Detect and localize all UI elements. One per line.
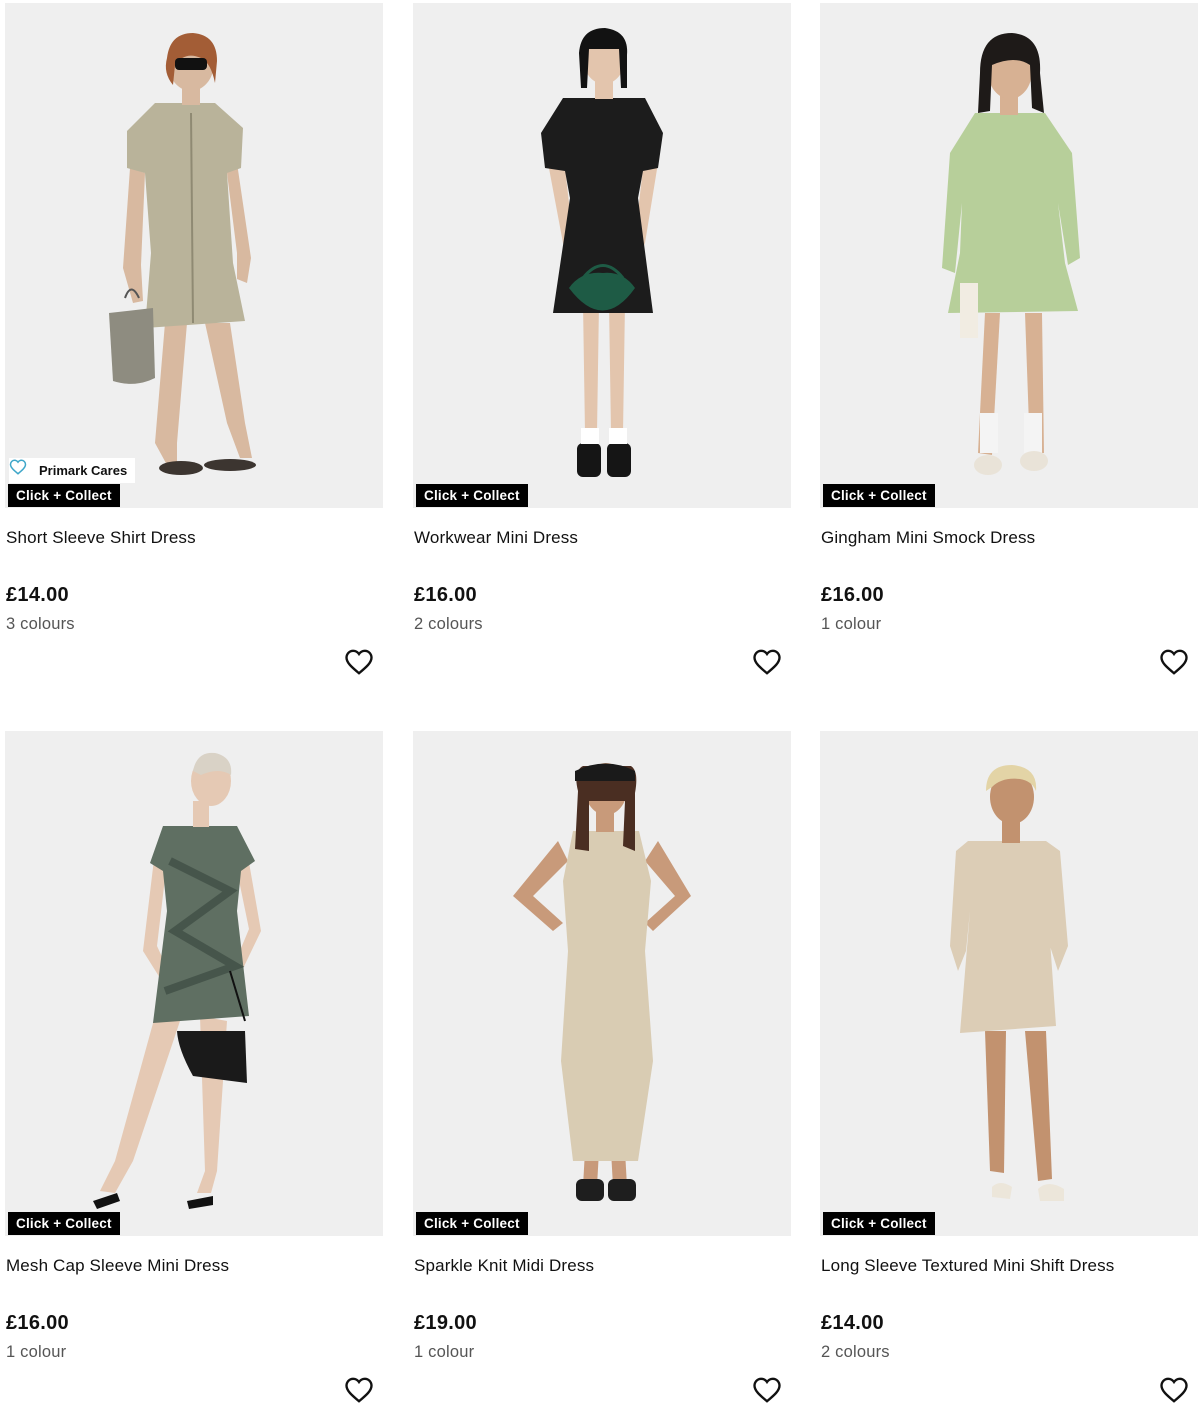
- product-grid: Primark Cares Click + Collect Short Slee…: [0, 0, 1200, 1405]
- product-image[interactable]: Click + Collect: [413, 3, 791, 508]
- heart-outline-icon: [9, 459, 33, 480]
- primark-cares-tag: Primark Cares: [9, 458, 136, 483]
- dress-shape: [950, 841, 1068, 1033]
- heart-outline-icon: [345, 649, 373, 675]
- product-image[interactable]: Click + Collect: [413, 731, 791, 1236]
- heart-outline-icon: [1160, 1377, 1188, 1403]
- product-image[interactable]: Click + Collect: [5, 731, 383, 1236]
- dress-shape: [150, 826, 255, 1023]
- click-collect-badge: Click + Collect: [8, 1212, 120, 1235]
- product-card[interactable]: Click + Collect Workwear Mini Dress £16.…: [413, 3, 791, 703]
- product-colours: 3 colours: [6, 615, 75, 633]
- heart-outline-icon: [753, 1377, 781, 1403]
- product-colours: 2 colours: [414, 615, 483, 633]
- product-name[interactable]: Mesh Cap Sleeve Mini Dress: [6, 1256, 229, 1276]
- product-colours: 1 colour: [821, 615, 882, 633]
- wishlist-button[interactable]: [1158, 646, 1190, 678]
- heart-outline-icon: [1160, 649, 1188, 675]
- product-price: £16.00: [6, 1312, 69, 1334]
- heart-outline-icon: [345, 1377, 373, 1403]
- product-price: £19.00: [414, 1312, 477, 1334]
- wishlist-button[interactable]: [1158, 1374, 1190, 1405]
- product-card[interactable]: Click + Collect Long Sleeve Textured Min…: [820, 731, 1198, 1405]
- product-colours: 2 colours: [821, 1343, 890, 1361]
- dress-shape: [561, 831, 653, 1161]
- wishlist-button[interactable]: [751, 1374, 783, 1405]
- product-name[interactable]: Short Sleeve Shirt Dress: [6, 528, 196, 548]
- product-image[interactable]: Click + Collect: [820, 3, 1198, 508]
- click-collect-badge: Click + Collect: [823, 1212, 935, 1235]
- wishlist-button[interactable]: [751, 646, 783, 678]
- product-card[interactable]: Click + Collect Mesh Cap Sleeve Mini Dre…: [5, 731, 383, 1405]
- product-colours: 1 colour: [414, 1343, 475, 1361]
- product-card[interactable]: Primark Cares Click + Collect Short Slee…: [5, 3, 383, 703]
- click-collect-badge: Click + Collect: [416, 484, 528, 507]
- product-name[interactable]: Gingham Mini Smock Dress: [821, 528, 1035, 548]
- product-image[interactable]: Primark Cares Click + Collect: [5, 3, 383, 508]
- product-price: £14.00: [6, 584, 69, 606]
- click-collect-badge: Click + Collect: [416, 1212, 528, 1235]
- heart-outline-icon: [753, 649, 781, 675]
- dress-shape: [127, 103, 245, 328]
- product-image[interactable]: Click + Collect: [820, 731, 1198, 1236]
- primark-cares-label: Primark Cares: [39, 463, 128, 478]
- product-name[interactable]: Workwear Mini Dress: [414, 528, 578, 548]
- click-collect-badge: Click + Collect: [823, 484, 935, 507]
- product-name[interactable]: Sparkle Knit Midi Dress: [414, 1256, 594, 1276]
- click-collect-badge: Click + Collect: [8, 484, 120, 507]
- product-price: £14.00: [821, 1312, 884, 1334]
- product-colours: 1 colour: [6, 1343, 67, 1361]
- product-price: £16.00: [821, 584, 884, 606]
- product-card[interactable]: Click + Collect Sparkle Knit Midi Dress …: [413, 731, 791, 1405]
- product-card[interactable]: Click + Collect Gingham Mini Smock Dress…: [820, 3, 1198, 703]
- wishlist-button[interactable]: [343, 1374, 375, 1405]
- product-price: £16.00: [414, 584, 477, 606]
- product-name[interactable]: Long Sleeve Textured Mini Shift Dress: [821, 1256, 1114, 1276]
- wishlist-button[interactable]: [343, 646, 375, 678]
